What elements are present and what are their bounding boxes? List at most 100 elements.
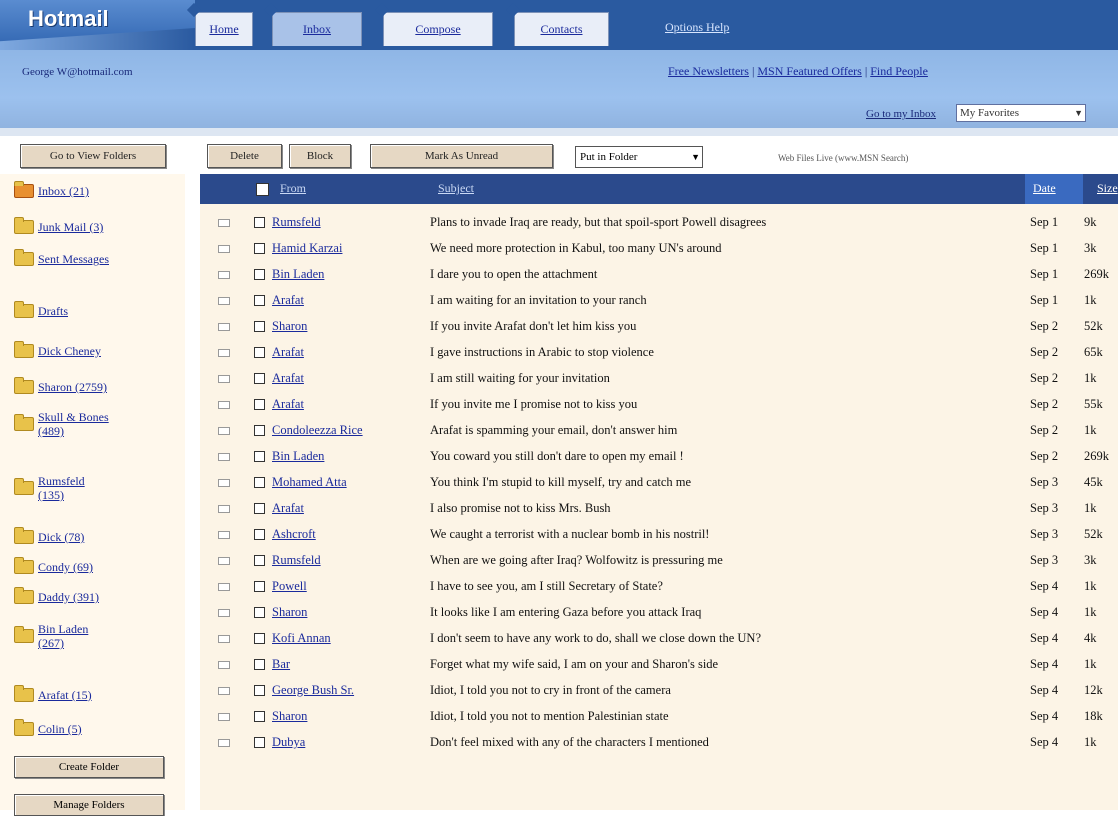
message-from[interactable]: Hamid Karzai <box>272 241 427 256</box>
message-row[interactable]: Arafat I am waiting for an invitation to … <box>200 290 1118 314</box>
message-subject[interactable]: I am waiting for an invitation to your r… <box>430 293 1015 308</box>
row-checkbox[interactable] <box>254 347 265 358</box>
put-in-folder-select[interactable]: Put in Folder <box>575 146 703 168</box>
message-subject[interactable]: Don't feel mixed with any of the charact… <box>430 735 1015 750</box>
tab-contacts[interactable]: Contacts <box>514 12 609 46</box>
header-subject[interactable]: Subject <box>438 181 474 196</box>
message-subject[interactable]: If you invite me I promise not to kiss y… <box>430 397 1015 412</box>
row-checkbox[interactable] <box>254 737 265 748</box>
message-subject[interactable]: I also promise not to kiss Mrs. Bush <box>430 501 1015 516</box>
row-checkbox[interactable] <box>254 451 265 462</box>
message-from[interactable]: Arafat <box>272 397 427 412</box>
message-from[interactable]: Arafat <box>272 345 427 360</box>
mark-unread-button[interactable]: Mark As Unread <box>370 144 553 168</box>
message-row[interactable]: Ashcroft We caught a terrorist with a nuc… <box>200 524 1118 548</box>
message-row[interactable]: Bar Forget what my wife said, I am on you… <box>200 654 1118 678</box>
message-subject[interactable]: If you invite Arafat don't let him kiss … <box>430 319 1015 334</box>
goto-label[interactable]: Go to my Inbox <box>866 108 936 120</box>
message-from[interactable]: Condoleezza Rice <box>272 423 427 438</box>
message-row[interactable]: Arafat I gave instructions in Arabic to s… <box>200 342 1118 366</box>
message-subject[interactable]: I have to see you, am I still Secretary … <box>430 579 1015 594</box>
row-checkbox[interactable] <box>254 269 265 280</box>
row-checkbox[interactable] <box>254 503 265 514</box>
folder-daddy[interactable]: Daddy (391) <box>14 587 184 604</box>
message-row[interactable]: George Bush Sr. Idiot, I told you not to … <box>200 680 1118 704</box>
message-subject[interactable]: I am still waiting for your invitation <box>430 371 1015 386</box>
message-subject[interactable]: Forget what my wife said, I am on your a… <box>430 657 1015 672</box>
folder-dick-cheney[interactable]: Dick Cheney <box>14 341 184 358</box>
row-checkbox[interactable] <box>254 607 265 618</box>
row-checkbox[interactable] <box>254 425 265 436</box>
message-from[interactable]: Arafat <box>272 293 427 308</box>
folder-condy[interactable]: Condy (69) <box>14 557 184 574</box>
delete-button[interactable]: Delete <box>207 144 282 168</box>
message-row[interactable]: Arafat I am still waiting for your invita… <box>200 368 1118 392</box>
folder-arafat[interactable]: Arafat (15) <box>14 685 184 702</box>
header-size[interactable]: Size <box>1097 181 1118 196</box>
message-row[interactable]: Condoleezza Rice Arafat is spamming your … <box>200 420 1118 444</box>
manage-folders-button[interactable]: Manage Folders <box>14 794 164 816</box>
message-row[interactable]: Arafat I also promise not to kiss Mrs. Bu… <box>200 498 1118 522</box>
message-subject[interactable]: Arafat is spamming your email, don't ans… <box>430 423 1015 438</box>
link-offers[interactable]: MSN Featured Offers <box>757 64 861 78</box>
message-row[interactable]: Hamid Karzai We need more protection in K… <box>200 238 1118 262</box>
header-date[interactable]: Date <box>1033 181 1056 196</box>
select-all-checkbox[interactable] <box>256 183 269 196</box>
goto-select[interactable]: My Favorites <box>956 104 1086 122</box>
message-subject[interactable]: We need more protection in Kabul, too ma… <box>430 241 1015 256</box>
link-newsletters[interactable]: Free Newsletters <box>668 64 749 78</box>
folder-sharon[interactable]: Sharon (2759) <box>14 377 184 394</box>
promo-text[interactable]: Web Files Live (www.MSN Search) <box>778 153 908 163</box>
options-help-link[interactable]: Options Help <box>665 20 729 35</box>
message-subject[interactable]: We caught a terrorist with a nuclear bom… <box>430 527 1015 542</box>
message-subject[interactable]: It looks like I am entering Gaza before … <box>430 605 1015 620</box>
message-row[interactable]: Sharon Idiot, I told you not to mention P… <box>200 706 1118 730</box>
message-from[interactable]: Dubya <box>272 735 427 750</box>
folder-bin-laden[interactable]: Bin Laden (267) <box>14 622 109 650</box>
message-from[interactable]: Sharon <box>272 605 427 620</box>
row-checkbox[interactable] <box>254 581 265 592</box>
message-row[interactable]: Bin Laden You coward you still don't dare… <box>200 446 1118 470</box>
message-from[interactable]: Bin Laden <box>272 267 427 282</box>
message-row[interactable]: Kofi Annan I don't seem to have any work … <box>200 628 1118 652</box>
row-checkbox[interactable] <box>254 295 265 306</box>
message-row[interactable]: Sharon It looks like I am entering Gaza b… <box>200 602 1118 626</box>
folder-sent-messages[interactable]: Sent Messages <box>14 249 109 266</box>
message-row[interactable]: Arafat If you invite me I promise not to … <box>200 394 1118 418</box>
message-from[interactable]: Sharon <box>272 709 427 724</box>
message-subject[interactable]: Idiot, I told you not to cry in front of… <box>430 683 1015 698</box>
row-checkbox[interactable] <box>254 321 265 332</box>
link-find-people[interactable]: Find People <box>870 64 928 78</box>
header-from[interactable]: From <box>280 181 306 196</box>
message-subject[interactable]: I gave instructions in Arabic to stop vi… <box>430 345 1015 360</box>
message-row[interactable]: Mohamed Atta You think I'm stupid to kill… <box>200 472 1118 496</box>
message-from[interactable]: Bar <box>272 657 427 672</box>
row-checkbox[interactable] <box>254 529 265 540</box>
row-checkbox[interactable] <box>254 685 265 696</box>
row-checkbox[interactable] <box>254 659 265 670</box>
message-subject[interactable]: I dare you to open the attachment <box>430 267 1015 282</box>
folder-dick[interactable]: Dick (78) <box>14 527 184 544</box>
message-subject[interactable]: You coward you still don't dare to open … <box>430 449 1015 464</box>
row-checkbox[interactable] <box>254 243 265 254</box>
message-from[interactable]: Powell <box>272 579 427 594</box>
folder-colin[interactable]: Colin (5) <box>14 719 184 736</box>
row-checkbox[interactable] <box>254 399 265 410</box>
view-folders-button[interactable]: Go to View Folders <box>20 144 166 168</box>
message-from[interactable]: Kofi Annan <box>272 631 427 646</box>
message-from[interactable]: Rumsfeld <box>272 553 427 568</box>
folder-drafts[interactable]: Drafts <box>14 301 184 318</box>
message-row[interactable]: Powell I have to see you, am I still Secr… <box>200 576 1118 600</box>
hotmail-logo[interactable]: Hotmail <box>0 0 195 50</box>
message-subject[interactable]: You think I'm stupid to kill myself, try… <box>430 475 1015 490</box>
tab-compose[interactable]: Compose <box>383 12 493 46</box>
folder-skull-bones[interactable]: Skull & Bones (489) <box>14 410 124 438</box>
message-row[interactable]: Sharon If you invite Arafat don't let him… <box>200 316 1118 340</box>
row-checkbox[interactable] <box>254 711 265 722</box>
row-checkbox[interactable] <box>254 633 265 644</box>
row-checkbox[interactable] <box>254 555 265 566</box>
message-from[interactable]: Arafat <box>272 501 427 516</box>
row-checkbox[interactable] <box>254 477 265 488</box>
message-from[interactable]: Arafat <box>272 371 427 386</box>
tab-inbox[interactable]: Inbox <box>272 12 362 46</box>
